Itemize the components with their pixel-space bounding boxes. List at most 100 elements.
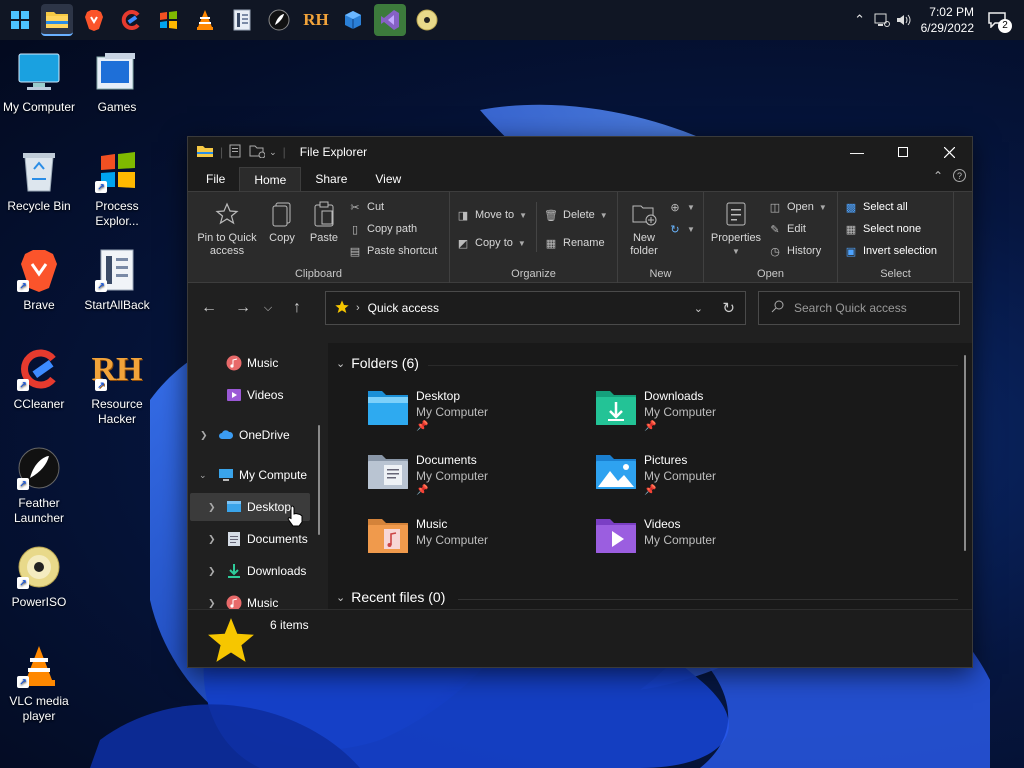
copy-path-button[interactable]: ▯ Copy path (348, 222, 417, 236)
copy-button[interactable]: Copy (264, 200, 300, 245)
brave-lion-icon[interactable] (78, 4, 110, 36)
folder-tile-music[interactable]: Music My Computer (366, 515, 586, 571)
resource-hacker-icon[interactable]: RH (300, 4, 332, 36)
content-scrollbar[interactable] (964, 355, 966, 551)
tab-home[interactable]: Home (239, 167, 302, 191)
delete-button[interactable]: 🗑 Delete ▼ (544, 208, 608, 222)
chevron-right-icon[interactable]: ❯ (200, 430, 208, 441)
breadcrumb-quick-access[interactable]: Quick access (368, 301, 439, 315)
folder-icon[interactable] (41, 4, 73, 36)
nav-item-downloads[interactable]: ❯ Downloads (188, 557, 326, 585)
recent-files-section-header[interactable]: ⌄ Recent files (0) (336, 589, 445, 605)
folder-name: Desktop (416, 389, 461, 403)
properties-button[interactable]: Properties ▼ (708, 200, 764, 258)
refresh-icon[interactable]: ↻ (722, 299, 735, 317)
paste-shortcut-button[interactable]: ▤ Paste shortcut (348, 244, 438, 258)
maximize-button[interactable] (880, 137, 926, 167)
folder-tile-pictures[interactable]: Pictures My Computer 📌 (594, 451, 814, 507)
easy-access-button[interactable]: ↻ ▼ (668, 222, 695, 236)
paste-button[interactable]: Paste (306, 200, 342, 245)
edit-button[interactable]: ✎ Edit (768, 222, 806, 236)
cube-icon[interactable] (337, 4, 369, 36)
title-bar[interactable]: | ⌄ | File Explorer — (188, 137, 972, 167)
disc-icon[interactable] (411, 4, 443, 36)
desktop-icon-feather-launcher[interactable]: ↗ Feather Launcher (0, 446, 78, 526)
search-box[interactable]: Search Quick access (758, 291, 960, 325)
desktop-icon-my-computer[interactable]: My Computer (0, 50, 78, 115)
up-button[interactable]: ↑ (282, 293, 312, 323)
qat-dropdown-chevron-icon[interactable]: ⌄ (269, 147, 277, 158)
address-dropdown-chevron-icon[interactable]: ⌄ (694, 302, 703, 315)
recent-locations-chevron-icon[interactable]: ⌵ (258, 293, 278, 323)
desktop-icon-brave[interactable]: ↗ Brave (0, 248, 78, 313)
new-item-button[interactable]: ⊕ ▼ (668, 200, 695, 214)
nav-item-documents[interactable]: ❯ Documents (188, 525, 326, 553)
desktop-icon-vlc[interactable]: ↗ VLC media player (0, 644, 78, 724)
new-folder-button[interactable]: New folder (622, 200, 666, 258)
notification-center-icon[interactable]: 2 (984, 9, 1012, 33)
nav-item-music[interactable]: ❯ Music (188, 589, 326, 609)
nav-item-my-computer[interactable]: ⌄ My Compute (188, 461, 326, 489)
desktop-icon-resource-hacker[interactable]: RH ↗ Resource Hacker (78, 347, 156, 427)
visual-studio-icon[interactable] (374, 4, 406, 36)
desktop-icon-ccleaner[interactable]: ↗ CCleaner (0, 347, 78, 412)
history-icon: ◷ (770, 245, 780, 258)
pin-to-quick-access-button[interactable]: Pin to Quick access (194, 200, 260, 258)
feather-icon[interactable] (263, 4, 295, 36)
select-all-button[interactable]: ▩ Select all (844, 200, 908, 214)
move-to-button[interactable]: ◨ Move to ▼ (456, 208, 527, 222)
open-button[interactable]: ◫ Open ▼ (768, 200, 827, 214)
desktop-icon-startallback[interactable]: ↗ StartAllBack (78, 248, 156, 313)
tab-share[interactable]: Share (301, 167, 361, 191)
desktop-icon-games[interactable]: Games (78, 50, 156, 115)
cut-button[interactable]: ✂ Cut (348, 200, 384, 214)
video-icon (226, 387, 242, 403)
chevron-right-icon[interactable]: ❯ (208, 598, 216, 609)
desktop-icon-recycle-bin[interactable]: Recycle Bin (0, 149, 78, 214)
nav-item-videos-quick[interactable]: Videos (188, 381, 326, 409)
forward-button[interactable]: → (228, 293, 258, 323)
volume-icon[interactable] (893, 9, 915, 31)
select-none-button[interactable]: ▦ Select none (844, 222, 921, 236)
nav-item-music-quick[interactable]: Music (188, 349, 326, 377)
tab-view[interactable]: View (361, 167, 415, 191)
process-explorer-icon[interactable] (152, 4, 184, 36)
chevron-right-icon[interactable]: ❯ (208, 534, 216, 545)
network-icon[interactable] (871, 9, 893, 31)
rename-button[interactable]: ▦ Rename (544, 236, 605, 250)
nav-pane-scrollbar[interactable] (318, 425, 320, 535)
nav-item-onedrive[interactable]: ❯ OneDrive (188, 421, 326, 449)
folder-tile-downloads[interactable]: Downloads My Computer 📌 (594, 387, 814, 443)
copy-to-button[interactable]: ◩ Copy to ▼ (456, 236, 526, 250)
windows-logo-icon[interactable] (4, 4, 36, 36)
folder-tile-desktop[interactable]: Desktop My Computer 📌 (366, 387, 586, 443)
vlc-cone-icon: ↗ (17, 644, 61, 688)
help-icon[interactable]: ? (953, 169, 966, 182)
clock[interactable]: 7:02 PM 6/29/2022 (921, 4, 974, 36)
history-button[interactable]: ◷ History (768, 244, 821, 258)
close-button[interactable] (926, 137, 972, 167)
folder-tile-documents[interactable]: Documents My Computer 📌 (366, 451, 586, 507)
collapse-ribbon-icon[interactable]: ⌃ (933, 169, 943, 183)
chevron-down-icon[interactable]: ⌄ (199, 470, 207, 481)
startallback-icon[interactable] (226, 4, 258, 36)
back-button[interactable]: ← (194, 293, 224, 323)
notification-badge: 2 (998, 19, 1012, 33)
desktop-icon-process-explorer[interactable]: ↗ Process Explor... (78, 149, 156, 229)
folders-section-header[interactable]: ⌄ Folders (6) (336, 355, 419, 371)
invert-selection-button[interactable]: ▣ Invert selection (844, 244, 937, 258)
desktop-icon-poweriso[interactable]: ↗ PowerISO (0, 545, 78, 610)
new-folder-qat-icon[interactable] (249, 144, 266, 161)
chevron-right-icon[interactable]: ❯ (208, 566, 216, 577)
chevron-up-icon[interactable]: ⌃ (849, 9, 871, 31)
properties-qat-icon[interactable] (229, 144, 241, 161)
tab-file[interactable]: File (192, 167, 239, 191)
chevron-right-icon[interactable]: ❯ (208, 502, 216, 513)
minimize-button[interactable]: — (834, 137, 880, 167)
shortcut-arrow-icon: ↗ (17, 379, 29, 391)
vlc-cone-icon[interactable] (189, 4, 221, 36)
address-bar[interactable]: › Quick access ⌄ ↻ (325, 291, 746, 325)
folder-tile-videos[interactable]: Videos My Computer (594, 515, 814, 571)
ccleaner-icon[interactable] (115, 4, 147, 36)
move-to-icon: ◨ (457, 209, 469, 222)
